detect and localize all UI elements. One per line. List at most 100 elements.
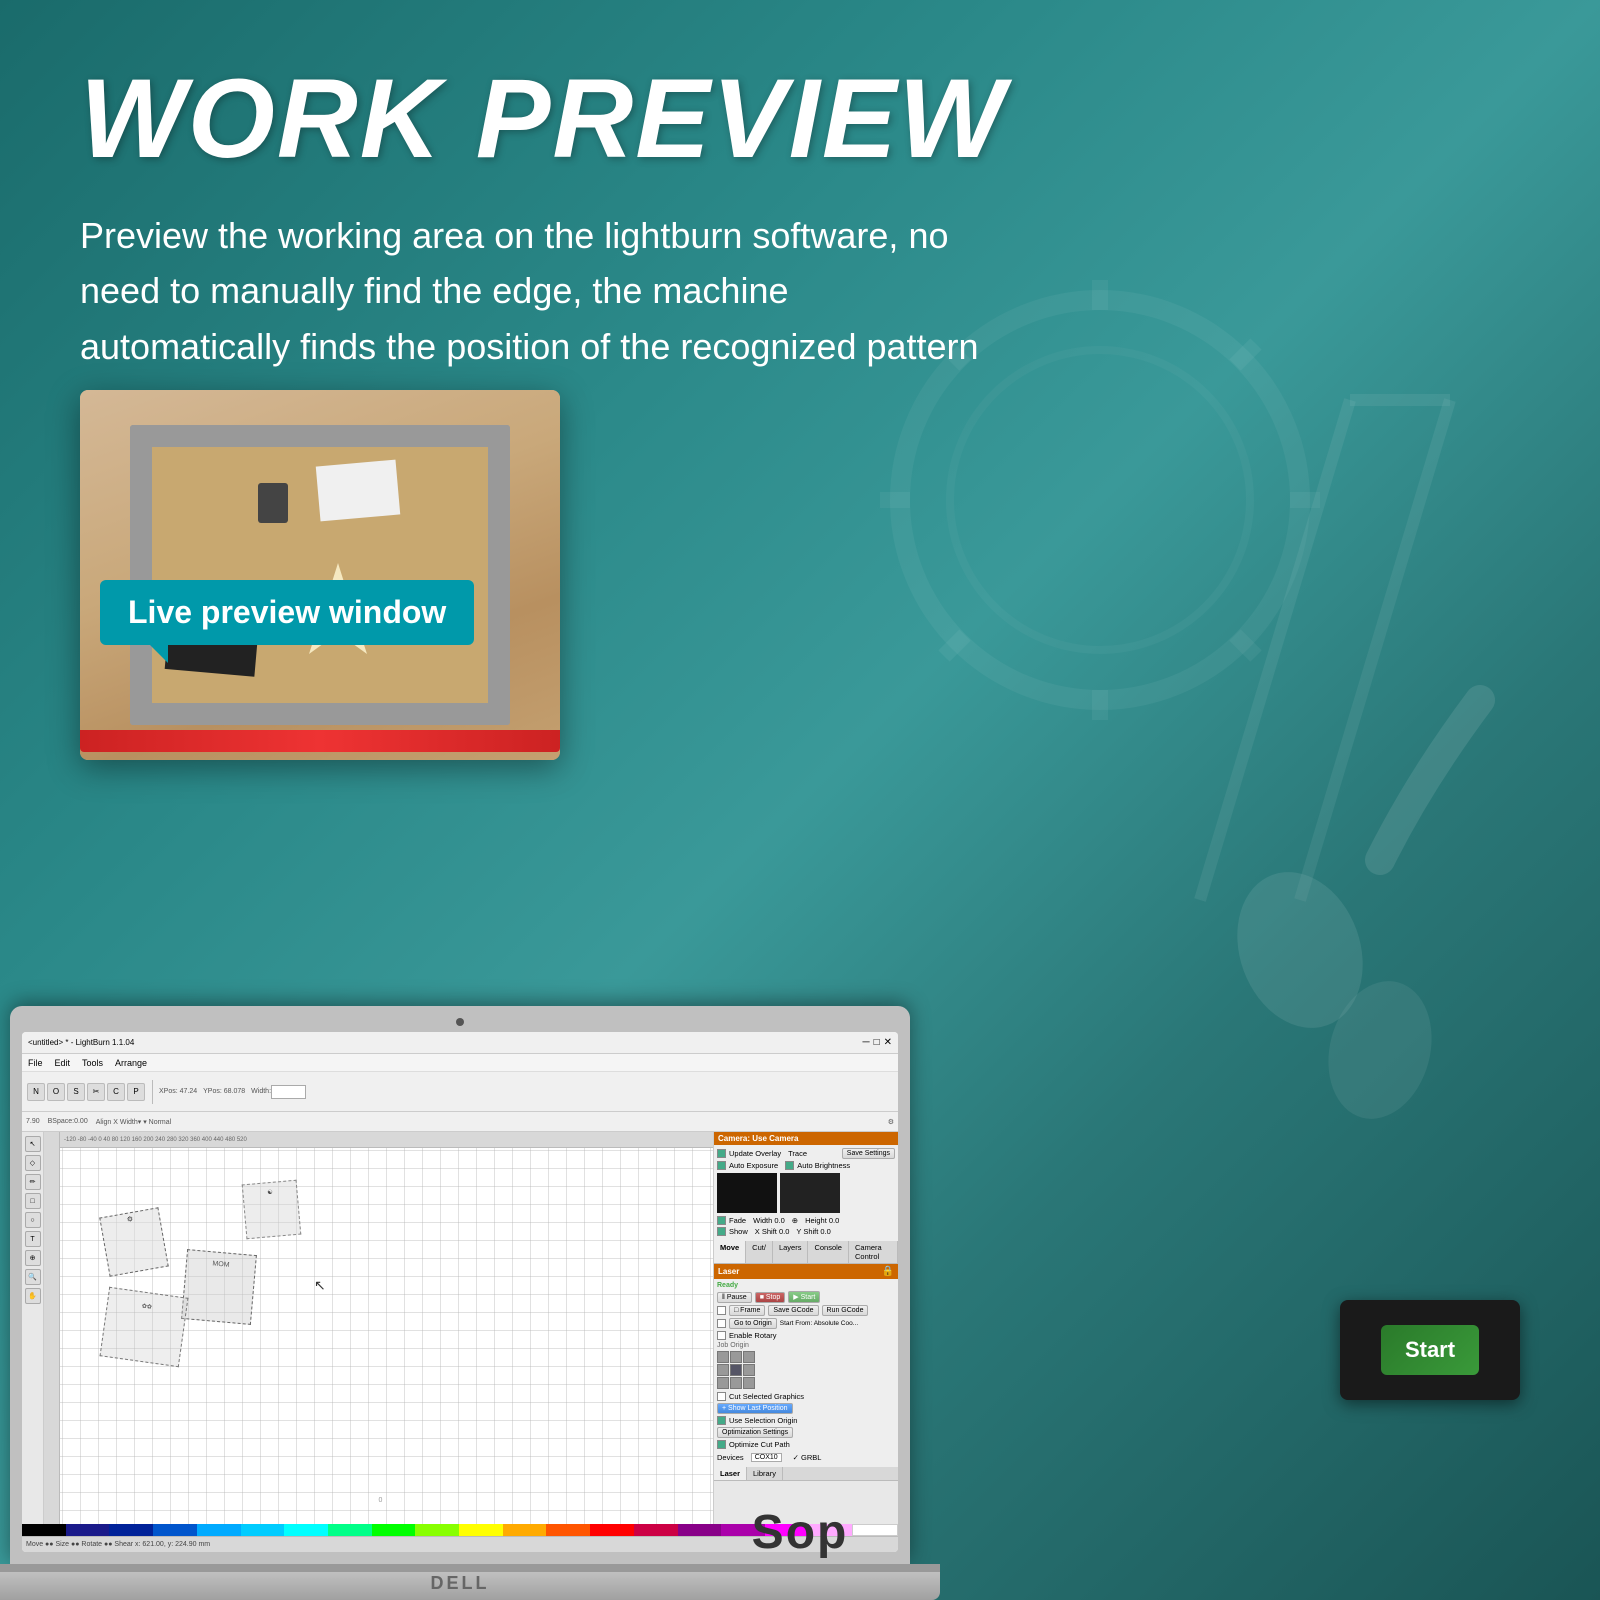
tb-copy[interactable]: C: [107, 1083, 125, 1101]
tool-select[interactable]: ↖: [25, 1136, 41, 1152]
device-box: Start: [1340, 1300, 1520, 1400]
origin-tc[interactable]: [730, 1351, 742, 1363]
check-enable-rotary[interactable]: [717, 1331, 726, 1340]
menu-edit[interactable]: Edit: [55, 1058, 71, 1068]
tab-camera[interactable]: Camera Control: [849, 1241, 898, 1263]
check-show[interactable]: [717, 1227, 726, 1236]
btn-save-settings[interactable]: Save Settings: [842, 1148, 895, 1159]
rail-left: [130, 425, 152, 725]
panel-camera-header: Camera: Use Camera: [714, 1132, 898, 1145]
job-origin-grid: [717, 1351, 895, 1389]
content-wrapper: WORK PREVIEW Preview the working area on…: [0, 0, 1600, 1600]
callout-box: Live preview window: [100, 580, 474, 645]
menu-tools[interactable]: Tools: [82, 1058, 103, 1068]
lb-canvas: -120 -80 -40 0 40 80 120 160 200 240 280…: [44, 1132, 713, 1524]
rail-right: [488, 425, 510, 725]
btn-show-last-pos[interactable]: + Show Last Position: [717, 1403, 793, 1414]
origin-tl[interactable]: [717, 1351, 729, 1363]
canvas-ruler-v: [44, 1132, 60, 1524]
tb-paste[interactable]: P: [127, 1083, 145, 1101]
laptop-brand-logo: DELL: [431, 1573, 490, 1594]
tb-open[interactable]: O: [47, 1083, 65, 1101]
btn-stop[interactable]: ■ Stop: [755, 1292, 786, 1303]
origin-br[interactable]: [743, 1377, 755, 1389]
tab-laser[interactable]: Laser: [714, 1467, 747, 1480]
tool-pan[interactable]: ✋: [25, 1288, 41, 1304]
devices-dropdown[interactable]: COX10: [751, 1453, 782, 1462]
canvas-ruler-h: -120 -80 -40 0 40 80 120 160 200 240 280…: [60, 1132, 713, 1148]
preview-box-1: [717, 1173, 777, 1213]
bottom-text-area: Sop: [0, 1505, 1600, 1560]
machine-photo-inner: [80, 390, 560, 760]
tool-rect[interactable]: □: [25, 1193, 41, 1209]
btn-pause[interactable]: ‖ Pause: [717, 1292, 752, 1303]
btn-save-gcode[interactable]: Save GCode: [768, 1305, 818, 1316]
bed-item-card: [316, 460, 400, 522]
tab-layers[interactable]: Layers: [773, 1241, 809, 1263]
lb-toolbar2: 7.90 BSpace:0.00 Align X Width▾ ▾ Normal…: [22, 1112, 898, 1132]
canvas-axis-x: 0: [379, 1497, 383, 1504]
header: WORK PREVIEW Preview the working area on…: [0, 0, 1600, 451]
btn-optimization[interactable]: Optimization Settings: [717, 1427, 793, 1438]
tab-console[interactable]: Console: [808, 1241, 849, 1263]
btn-run-gcode[interactable]: Run GCode: [822, 1305, 869, 1316]
check-auto-exposure[interactable]: [717, 1161, 726, 1170]
tool-node[interactable]: ◇: [25, 1155, 41, 1171]
tb-save[interactable]: S: [67, 1083, 85, 1101]
tb-new[interactable]: N: [27, 1083, 45, 1101]
design-item-4: ✿✿: [100, 1287, 189, 1367]
tool-circle[interactable]: ○: [25, 1212, 41, 1228]
tb-width-input[interactable]: [271, 1085, 306, 1099]
tab-cuts[interactable]: Cut/: [746, 1241, 773, 1263]
rail-bottom: [130, 703, 510, 725]
lightburn-ui: <untitled> * - LightBurn 1.1.04 ─ □ ✕ Fi…: [22, 1032, 898, 1552]
tab-library[interactable]: Library: [747, 1467, 783, 1480]
check-use-selection[interactable]: [717, 1416, 726, 1425]
check-cut-selected[interactable]: [717, 1392, 726, 1401]
origin-mc[interactable]: [730, 1364, 742, 1376]
tool-measure[interactable]: ⊕: [25, 1250, 41, 1266]
sop-label: Sop: [752, 1506, 849, 1559]
check-update-overlay[interactable]: [717, 1149, 726, 1158]
btn-frame[interactable]: □ Frame: [729, 1305, 765, 1316]
tb-cut[interactable]: ✂: [87, 1083, 105, 1101]
check-optimize-cut[interactable]: [717, 1440, 726, 1449]
origin-ml[interactable]: [717, 1364, 729, 1376]
check-run[interactable]: [717, 1319, 726, 1328]
power-strip: [80, 730, 560, 752]
origin-tr[interactable]: [743, 1351, 755, 1363]
tool-zoom[interactable]: 🔍: [25, 1269, 41, 1285]
tool-draw[interactable]: ✏: [25, 1174, 41, 1190]
laptop-hinge: [0, 1564, 940, 1572]
panel-laser-content: Ready ‖ Pause ■ Stop ▶ Start: [714, 1279, 898, 1467]
job-origin-label: Job Origin: [717, 1342, 895, 1349]
design-item-3: ☯: [242, 1180, 302, 1240]
laser-lib-tabs: Laser Library: [714, 1467, 898, 1481]
design-item-1: ⚙: [99, 1207, 169, 1277]
origin-bc[interactable]: [730, 1377, 742, 1389]
lb-right-panel: Camera: Use Camera Update Overlay Trace …: [713, 1132, 898, 1524]
callout-label: Live preview window: [100, 580, 474, 645]
check-fade[interactable]: [717, 1216, 726, 1225]
machine-photo: [80, 390, 560, 760]
lb-toolbar: N O S ✂ C P XPos: 47.24 YPos: 68.078 Wid…: [22, 1072, 898, 1112]
panel-laser-header: Laser 🔒: [714, 1264, 898, 1279]
btn-start[interactable]: ▶ Start: [788, 1291, 820, 1303]
btn-go-origin[interactable]: Go to Origin: [729, 1318, 777, 1329]
lb-left-tools: ↖ ◇ ✏ □ ○ T ⊕ 🔍 ✋: [22, 1132, 44, 1524]
tab-move[interactable]: Move: [714, 1241, 746, 1263]
laptop-base: DELL: [0, 1572, 940, 1600]
check-auto-brightness[interactable]: [785, 1161, 794, 1170]
menu-file[interactable]: File: [28, 1058, 43, 1068]
lb-menubar: File Edit Tools Arrange: [22, 1054, 898, 1072]
check-frame[interactable]: [717, 1306, 726, 1315]
origin-bl[interactable]: [717, 1377, 729, 1389]
menu-arrange[interactable]: Arrange: [115, 1058, 147, 1068]
preview-box-2: [780, 1173, 840, 1213]
origin-mr[interactable]: [743, 1364, 755, 1376]
device-start-button[interactable]: Start: [1381, 1325, 1479, 1375]
tool-text[interactable]: T: [25, 1231, 41, 1247]
canvas-cursor: ↖: [314, 1277, 326, 1294]
start-from-label: Start From: Absolute Coo...: [780, 1320, 858, 1327]
page-title: WORK PREVIEW: [80, 60, 1520, 178]
